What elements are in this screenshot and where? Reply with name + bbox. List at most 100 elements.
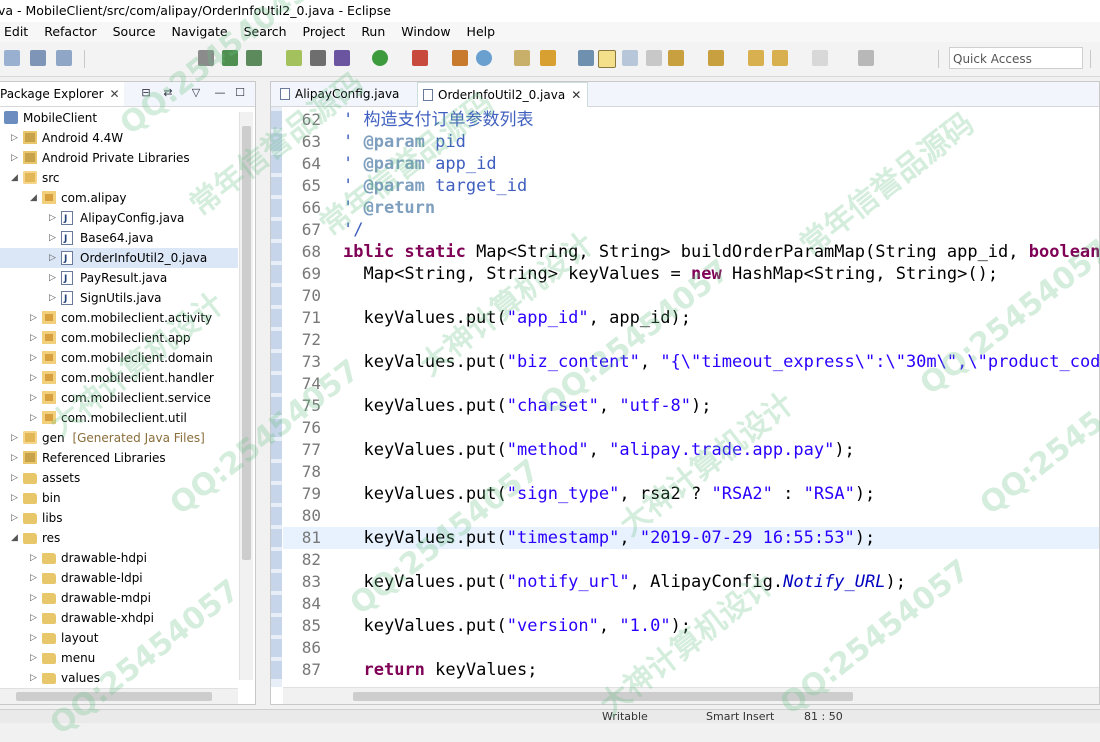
forward-icon[interactable]: [812, 50, 828, 66]
next-annotation-icon[interactable]: [668, 50, 684, 66]
scrollbar-thumb[interactable]: [242, 126, 251, 560]
back-icon[interactable]: [772, 50, 788, 66]
tree-item[interactable]: ▷ Base64.java: [0, 228, 238, 249]
tree-item[interactable]: ▷ com.mobileclient.handler: [0, 368, 238, 388]
tree-item[interactable]: ▷ com.mobileclient.service: [0, 388, 238, 408]
tree-horizontal-scrollbar[interactable]: [0, 688, 238, 704]
tab-orderinfoutil[interactable]: OrderInfoUtil2_0.java ✕: [417, 82, 589, 107]
quick-access-input[interactable]: Quick Access: [949, 47, 1083, 69]
save-icon[interactable]: [30, 50, 46, 66]
tree-item[interactable]: ▷ assets: [0, 468, 238, 488]
expand-arrow-icon[interactable]: ▷: [30, 368, 37, 388]
download-icon[interactable]: [198, 50, 214, 66]
code-line[interactable]: 77 keyValues.put("method", "alipay.trade…: [283, 439, 1099, 461]
code-line[interactable]: 68 ıblic static Map<String, String> build…: [283, 241, 1099, 263]
sdk-manager-icon[interactable]: [222, 50, 238, 66]
code-line[interactable]: 71 keyValues.put("app_id", app_id);: [283, 307, 1099, 329]
expand-arrow-icon[interactable]: ▷: [30, 568, 37, 588]
lint-icon[interactable]: [310, 50, 326, 66]
collapse-arrow-icon[interactable]: ◢: [30, 188, 37, 208]
expand-arrow-icon[interactable]: ▷: [11, 428, 18, 448]
expand-arrow-icon[interactable]: ▷: [30, 628, 37, 648]
expand-arrow-icon[interactable]: ▷: [11, 468, 18, 488]
menu-source[interactable]: Source: [113, 22, 156, 42]
new-package-icon[interactable]: [452, 50, 468, 66]
code-line[interactable]: 73 keyValues.put("biz_content", "{\"time…: [283, 351, 1099, 373]
open-type-icon[interactable]: [514, 50, 530, 66]
expand-arrow-icon[interactable]: ▷: [49, 248, 56, 268]
code-line[interactable]: 81 keyValues.put("timestamp", "2019-07-2…: [283, 527, 1099, 549]
tree-item[interactable]: ▷ OrderInfoUtil2_0.java: [0, 248, 238, 269]
menu-project[interactable]: Project: [303, 22, 346, 42]
tab-alipayconfig[interactable]: AlipayConfig.java: [275, 82, 405, 106]
tree-item[interactable]: ▷ bin: [0, 488, 238, 508]
expand-arrow-icon[interactable]: ▷: [49, 208, 56, 228]
annotation-icon[interactable]: [578, 50, 594, 66]
prev-annotation-icon[interactable]: [708, 50, 724, 66]
scrollbar-thumb[interactable]: [353, 692, 853, 701]
menu-navigate[interactable]: Navigate: [172, 22, 228, 42]
new-class-icon[interactable]: [476, 50, 492, 66]
code-line[interactable]: 82: [283, 549, 1099, 571]
expand-arrow-icon[interactable]: ▷: [30, 408, 37, 428]
expand-arrow-icon[interactable]: ▷: [11, 488, 18, 508]
tree-vertical-scrollbar[interactable]: [239, 112, 253, 680]
tree-item[interactable]: ▷ com.mobileclient.domain: [0, 348, 238, 368]
tree-item[interactable]: ▷ com.mobileclient.util: [0, 408, 238, 428]
tree-item[interactable]: ▷ com.mobileclient.app: [0, 328, 238, 348]
collapse-arrow-icon[interactable]: ◢: [11, 168, 18, 188]
checkbox-icon[interactable]: [246, 50, 262, 66]
expand-arrow-icon[interactable]: ▷: [30, 668, 37, 688]
expand-arrow-icon[interactable]: ▷: [30, 348, 37, 368]
maximize-icon[interactable]: ☐: [234, 87, 246, 99]
expand-arrow-icon[interactable]: ▷: [49, 288, 56, 308]
tree-item[interactable]: ▷ com.mobileclient.activity: [0, 308, 238, 328]
tree-item[interactable]: ◢ res: [0, 528, 238, 548]
code-line[interactable]: 65 ' @param target_id: [283, 175, 1099, 197]
code-line[interactable]: 87 return keyValues;: [283, 659, 1099, 681]
expand-arrow-icon[interactable]: ▷: [11, 508, 18, 528]
tree-item[interactable]: ▷ drawable-mdpi: [0, 588, 238, 608]
close-icon[interactable]: ✕: [110, 87, 120, 101]
expand-arrow-icon[interactable]: ▷: [30, 548, 37, 568]
expand-arrow-icon[interactable]: ▷: [11, 128, 18, 148]
expand-arrow-icon[interactable]: ▷: [30, 308, 37, 328]
link-editor-icon[interactable]: ⇄: [162, 87, 174, 99]
code-line[interactable]: 72: [283, 329, 1099, 351]
code-line[interactable]: 80: [283, 505, 1099, 527]
debug-icon[interactable]: [334, 50, 350, 66]
expand-arrow-icon[interactable]: ▷: [30, 608, 37, 628]
close-icon[interactable]: ✕: [571, 88, 581, 102]
code-line[interactable]: 79 keyValues.put("sign_type", rsa2 ? "RS…: [283, 483, 1099, 505]
editor-horizontal-scrollbar[interactable]: [283, 687, 1099, 704]
expand-arrow-icon[interactable]: ▷: [30, 648, 37, 668]
code-line[interactable]: 86: [283, 637, 1099, 659]
tree-item[interactable]: ▷ libs: [0, 508, 238, 528]
code-line[interactable]: 62 ' 构造支付订单参数列表: [283, 109, 1099, 131]
code-line[interactable]: 66 ' @return: [283, 197, 1099, 219]
expand-arrow-icon[interactable]: ▷: [11, 448, 18, 468]
show-whitespace-icon[interactable]: [646, 50, 662, 66]
tree-item[interactable]: ◢MobileClient: [0, 108, 238, 128]
scrollbar-thumb[interactable]: [16, 692, 212, 701]
pin-editor-icon[interactable]: [858, 50, 874, 66]
search-icon[interactable]: [540, 50, 556, 66]
block-select-icon[interactable]: [622, 50, 638, 66]
code-line[interactable]: 64 ' @param app_id: [283, 153, 1099, 175]
highlight-icon[interactable]: [598, 50, 616, 68]
last-edit-icon[interactable]: [748, 50, 764, 66]
menu-search[interactable]: Search: [244, 22, 287, 42]
tree-item[interactable]: ▷ layout: [0, 628, 238, 648]
code-line[interactable]: 75 keyValues.put("charset", "utf-8");: [283, 395, 1099, 417]
tree-item[interactable]: ▷ PayResult.java: [0, 268, 238, 289]
tree-item[interactable]: ▷ drawable-xhdpi: [0, 608, 238, 628]
minimize-icon[interactable]: —: [214, 87, 226, 99]
tree-item[interactable]: ▷ Android Private Libraries: [0, 148, 238, 168]
tree-item[interactable]: ▷ drawable-ldpi: [0, 568, 238, 588]
view-menu-icon[interactable]: ▽: [190, 87, 202, 99]
print-icon[interactable]: [56, 50, 72, 66]
tree-item[interactable]: ▷ menu: [0, 648, 238, 668]
expand-arrow-icon[interactable]: ▷: [30, 388, 37, 408]
collapse-arrow-icon[interactable]: ◢: [11, 528, 18, 548]
code-line[interactable]: 85 keyValues.put("version", "1.0");: [283, 615, 1099, 637]
